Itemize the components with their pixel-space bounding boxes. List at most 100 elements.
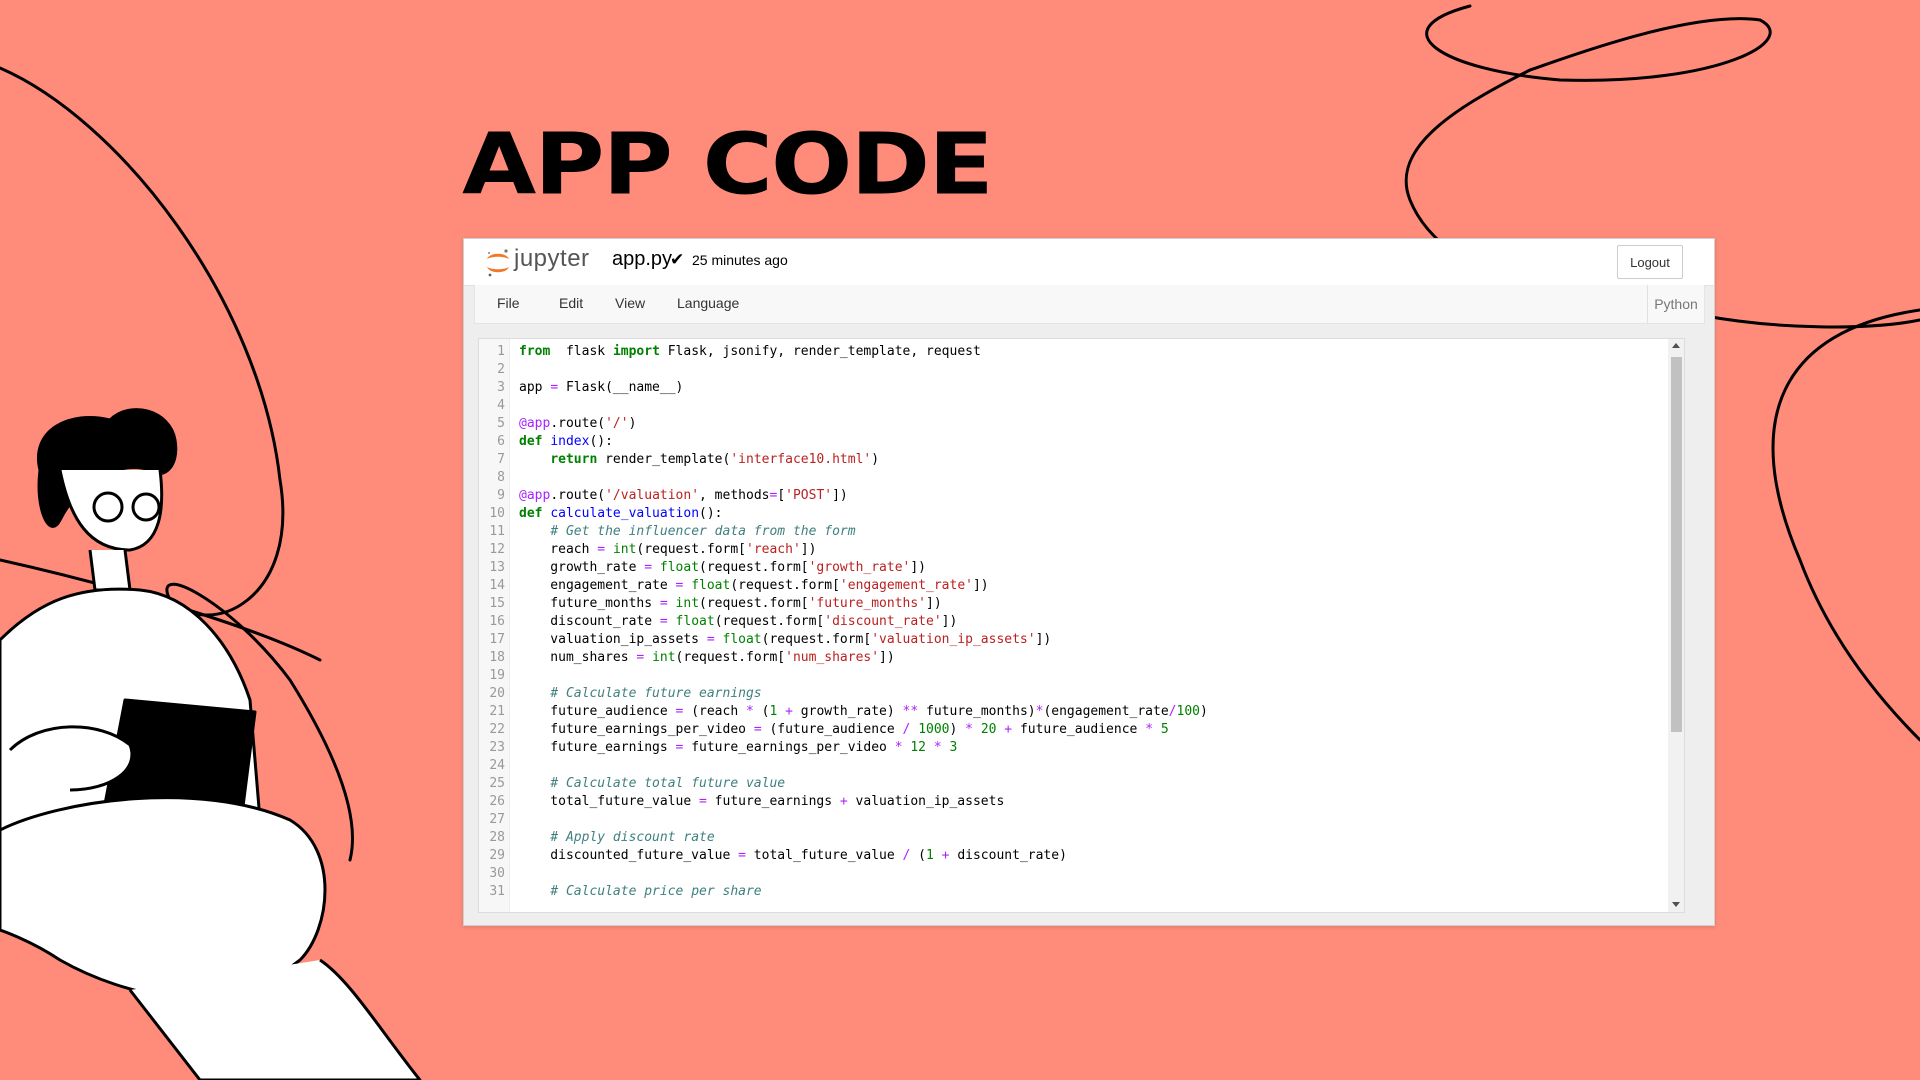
code-token: )	[1199, 704, 1208, 719]
code-token: (reach	[683, 704, 746, 719]
code-line[interactable]: 9 @app.route('/valuation', methods=['POST…	[479, 487, 848, 505]
code-line[interactable]: 13 growth_rate = float(request.form['gro…	[479, 559, 926, 577]
code-token: ])	[879, 650, 895, 665]
code-token: index	[550, 434, 590, 449]
kernel-language-indicator[interactable]: Python	[1647, 285, 1704, 323]
code-token: @app	[519, 488, 551, 503]
code-line[interactable]: 12 reach = int(request.form['reach'])	[479, 541, 816, 559]
code-token: (	[910, 848, 927, 863]
file-name[interactable]: app.py	[612, 248, 672, 271]
code-token: 5	[1160, 722, 1169, 737]
code-token: *	[1145, 722, 1154, 737]
code-token: .route(	[550, 488, 606, 503]
code-token: [	[777, 488, 786, 503]
code-text: future_audience = (reach * (1 + growth_r…	[519, 703, 1208, 721]
code-text: # Calculate price per share	[519, 883, 761, 901]
code-token: valuation_ip_assets	[519, 632, 707, 647]
scrollbar-thumb[interactable]	[1671, 357, 1682, 732]
code-editor[interactable]: 1 from flask import Flask, jsonify, rende…	[478, 338, 1685, 913]
code-token: 12	[910, 740, 927, 755]
code-token: 'num_shares'	[785, 650, 880, 665]
code-text: def calculate_valuation():	[519, 505, 723, 523]
code-line[interactable]: 17 valuation_ip_assets = float(request.f…	[479, 631, 1051, 649]
code-text: num_shares = int(request.form['num_share…	[519, 649, 895, 667]
code-line[interactable]: 11 # Get the influencer data from the fo…	[479, 523, 855, 541]
code-token: int	[652, 650, 676, 665]
code-token: =	[597, 542, 606, 557]
jupyter-brand-label[interactable]: jupyter	[514, 245, 590, 273]
scroll-up-arrow-icon[interactable]	[1672, 343, 1680, 348]
code-line[interactable]: 10 def calculate_valuation():	[479, 505, 722, 523]
person-neck	[88, 549, 132, 592]
code-line[interactable]: 24	[479, 757, 505, 775]
logout-button[interactable]: Logout	[1617, 245, 1683, 279]
code-line[interactable]: 3 app = Flask(__name__)	[479, 379, 683, 397]
menu-item-view[interactable]: View	[615, 295, 645, 311]
code-token: discount_rate	[519, 614, 660, 629]
code-token: =	[753, 722, 762, 737]
code-line[interactable]: 8	[479, 469, 505, 487]
code-token: 20	[980, 722, 997, 737]
line-number: 2	[497, 362, 505, 377]
code-line[interactable]: 29 discounted_future_value = total_futur…	[479, 847, 1067, 865]
code-line[interactable]: 1 from flask import Flask, jsonify, rende…	[479, 343, 981, 361]
saved-check-icon: ✔	[670, 250, 685, 269]
code-token: (request.form[	[675, 650, 786, 665]
code-line[interactable]: 19	[479, 667, 505, 685]
code-token: =	[659, 596, 668, 611]
code-line[interactable]: 28 # Apply discount rate	[479, 829, 714, 847]
code-token: engagement_rate	[519, 578, 676, 593]
person-hair	[37, 408, 178, 528]
code-line[interactable]: 25 # Calculate total future value	[479, 775, 785, 793]
scroll-down-arrow-icon[interactable]	[1672, 902, 1680, 907]
menu-item-language[interactable]: Language	[677, 295, 739, 311]
code-line[interactable]: 27	[479, 811, 505, 829]
code-token: float	[659, 560, 700, 575]
code-line[interactable]: 26 total_future_value = future_earnings …	[479, 793, 1004, 811]
code-line[interactable]: 23 future_earnings = future_earnings_per…	[479, 739, 957, 757]
code-token: float	[675, 614, 715, 629]
menu-bar: File Edit View Language Python	[474, 285, 1705, 324]
line-number: 11	[489, 524, 505, 539]
code-line[interactable]: 2	[479, 361, 505, 379]
code-token: 'reach'	[746, 542, 801, 557]
menu-item-edit[interactable]: Edit	[559, 295, 583, 311]
code-line[interactable]: 5 @app.route('/')	[479, 415, 636, 433]
person-leg-lower	[128, 958, 422, 1080]
code-token: float	[722, 632, 762, 647]
code-line[interactable]: 7 return render_template('interface10.ht…	[479, 451, 879, 469]
code-line[interactable]: 14 engagement_rate = float(request.form[…	[479, 577, 988, 595]
code-token: +	[785, 704, 793, 719]
code-line[interactable]: 6 def index():	[479, 433, 613, 451]
code-line[interactable]: 22 future_earnings_per_video = (future_a…	[479, 721, 1168, 739]
code-line[interactable]: 20 # Calculate future earnings	[479, 685, 761, 703]
code-line[interactable]: 16 discount_rate = float(request.form['d…	[479, 613, 957, 631]
code-token: =	[550, 380, 559, 395]
code-token: valuation_ip_assets	[847, 794, 1005, 809]
code-line[interactable]: 18 num_shares = int(request.form['num_sh…	[479, 649, 894, 667]
jupyter-logo-icon[interactable]	[484, 247, 512, 279]
code-token: future_earnings_per_video	[683, 740, 895, 755]
editor-scrollbar[interactable]	[1668, 339, 1684, 912]
code-line[interactable]: 4	[479, 397, 505, 415]
code-text: future_earnings = future_earnings_per_vi…	[519, 739, 957, 757]
line-number: 29	[489, 848, 505, 863]
code-line[interactable]: 15 future_months = int(request.form['fut…	[479, 595, 941, 613]
code-line[interactable]: 31 # Calculate price per share	[479, 883, 761, 901]
code-token: +	[839, 794, 848, 809]
code-token: (request.form[	[699, 596, 809, 611]
code-line[interactable]: 21 future_audience = (reach * (1 + growt…	[479, 703, 1207, 721]
code-token: ])	[832, 488, 848, 503]
code-text: discounted_future_value = total_future_v…	[519, 847, 1067, 865]
code-line[interactable]: 30	[479, 865, 505, 883]
menu-item-file[interactable]: File	[497, 295, 520, 311]
jupyter-editor-window: jupyter app.py ✔ 25 minutes ago Logout F…	[463, 238, 1715, 926]
code-text: # Calculate total future value	[519, 775, 785, 793]
